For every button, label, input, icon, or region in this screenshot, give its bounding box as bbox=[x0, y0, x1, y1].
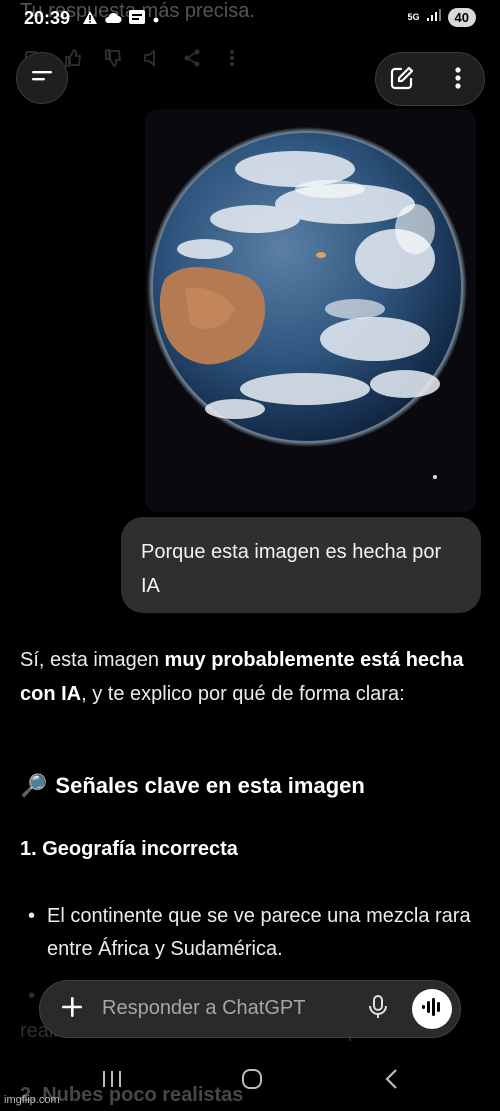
edit-icon bbox=[389, 65, 415, 96]
magnifier-emoji: 🔎 bbox=[20, 773, 48, 798]
composer-input[interactable]: Responder a ChatGPT bbox=[102, 997, 305, 1020]
system-navigation-bar bbox=[0, 1058, 500, 1111]
voice-mode-button[interactable] bbox=[412, 989, 452, 1029]
network-type: 5G bbox=[407, 12, 420, 22]
menu-icon bbox=[30, 67, 54, 90]
status-bar: 20:39 5G 40 bbox=[0, 0, 500, 36]
battery-level: 40 bbox=[447, 8, 476, 27]
signal-icon bbox=[426, 8, 442, 27]
user-message-bubble[interactable]: Porque esta imagen es hecha por IA bbox=[121, 517, 481, 613]
status-notification-icons bbox=[82, 9, 160, 30]
home-icon bbox=[240, 1067, 264, 1096]
top-actions-pill bbox=[375, 52, 485, 106]
user-message-text: Porque esta imagen es hecha por IA bbox=[141, 541, 442, 597]
plus-icon bbox=[61, 996, 83, 1023]
intro-text-2: , y te explico por qué de forma clara: bbox=[81, 683, 405, 705]
dictation-button[interactable] bbox=[364, 994, 392, 1024]
earth-image[interactable] bbox=[145, 109, 476, 512]
recents-icon bbox=[101, 1069, 123, 1094]
message-app-icon bbox=[128, 9, 146, 30]
bullet-dot-hidden: • bbox=[28, 985, 36, 1007]
message-composer[interactable]: Responder a ChatGPT bbox=[39, 980, 461, 1038]
recent-apps-button[interactable] bbox=[92, 1068, 132, 1094]
speaker-icon bbox=[142, 48, 162, 68]
attach-button[interactable] bbox=[58, 995, 86, 1023]
mic-icon bbox=[368, 994, 388, 1024]
more-vertical-icon bbox=[454, 66, 462, 95]
intro-text-1: Sí, esta imagen bbox=[20, 649, 165, 671]
cloud-icon bbox=[104, 11, 122, 29]
section-heading: 🔎 Señales clave en esta imagen bbox=[20, 773, 365, 799]
status-time: 20:39 bbox=[24, 8, 71, 28]
voice-mode-icon bbox=[420, 997, 444, 1022]
bullet-text: El continente que se ve parece una mezcl… bbox=[47, 905, 471, 960]
home-button[interactable] bbox=[232, 1068, 272, 1094]
point-1-title: 1. Geografía incorrecta bbox=[20, 838, 238, 860]
back-icon bbox=[384, 1068, 400, 1095]
assistant-intro: Sí, esta imagen muy probablemente está h… bbox=[20, 643, 480, 711]
sidebar-menu-button[interactable] bbox=[16, 52, 68, 104]
status-system-icons: 5G 40 bbox=[408, 8, 476, 27]
thumbs-down-icon bbox=[102, 48, 122, 68]
more-icon bbox=[222, 48, 242, 68]
section-title: Señales clave en esta imagen bbox=[55, 773, 365, 798]
bullet-dot: • bbox=[28, 905, 36, 927]
share-icon bbox=[182, 48, 202, 68]
warning-icon bbox=[82, 10, 98, 30]
more-options-button[interactable] bbox=[442, 64, 474, 96]
new-chat-button[interactable] bbox=[386, 64, 418, 96]
watermark: imgflip.com bbox=[4, 1094, 60, 1106]
dot-icon bbox=[152, 11, 160, 29]
back-button[interactable] bbox=[372, 1068, 412, 1094]
